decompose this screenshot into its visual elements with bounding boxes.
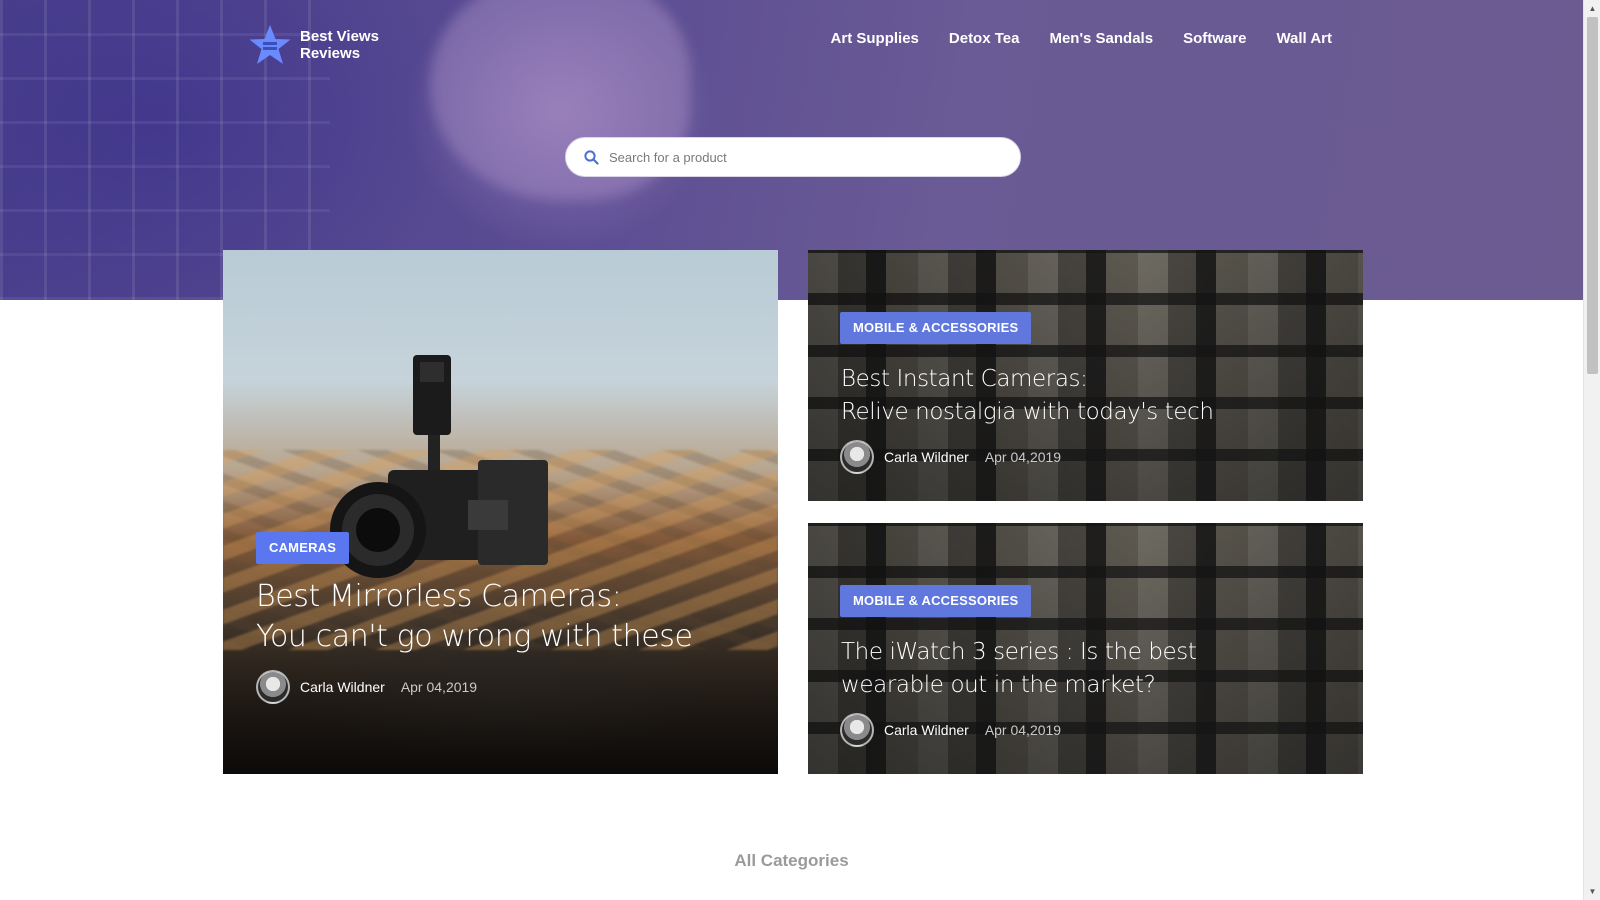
card-title[interactable]: The iWatch 3 series : Is the best wearab… (841, 636, 1197, 702)
category-badge[interactable]: MOBILE & ACCESSORIES (840, 585, 1032, 617)
avatar (840, 713, 874, 747)
star-logo-icon (249, 25, 291, 64)
card-title-line2: Relive nostalgia with today's tech (841, 399, 1214, 425)
nav-item-art-supplies[interactable]: Art Supplies (831, 30, 919, 47)
post-date: Apr 04,2019 (984, 449, 1062, 465)
category-badge[interactable]: CAMERAS (256, 532, 350, 564)
nav-item-software[interactable]: Software (1183, 30, 1246, 47)
avatar (256, 670, 290, 704)
nav-item-mens-sandals[interactable]: Men's Sandals (1049, 30, 1153, 47)
scroll-up-icon[interactable]: ▲ (1584, 0, 1600, 17)
category-badge[interactable]: MOBILE & ACCESSORIES (840, 312, 1032, 344)
site-name: Best Views Reviews (300, 28, 379, 62)
search-bar (565, 137, 1021, 177)
site-name-line1: Best Views (300, 28, 379, 45)
all-categories-heading: All Categories (734, 851, 849, 870)
site-name-line2: Reviews (300, 45, 361, 62)
post-date: Apr 04,2019 (984, 722, 1062, 738)
card-title[interactable]: Best Mirrorless Cameras: You can't go wr… (256, 577, 693, 657)
post-meta: Carla Wildner Apr 04,2019 (256, 670, 477, 704)
post-meta: Carla Wildner Apr 04,2019 (840, 713, 1061, 747)
main-nav: Art Supplies Detox Tea Men's Sandals Sof… (831, 30, 1332, 47)
search-icon[interactable] (584, 149, 599, 165)
avatar (840, 440, 874, 474)
card-title-line1: The iWatch 3 series : Is the best (841, 639, 1197, 665)
author-name[interactable]: Carla Wildner (884, 722, 969, 738)
featured-card-side[interactable]: MOBILE & ACCESSORIES Best Instant Camera… (808, 250, 1363, 501)
scroll-down-icon[interactable]: ▼ (1584, 883, 1600, 900)
site-logo[interactable]: Best Views Reviews (248, 24, 379, 66)
featured-card-side[interactable]: MOBILE & ACCESSORIES The iWatch 3 series… (808, 523, 1363, 774)
card-title-line1: Best Mirrorless Cameras: (256, 579, 622, 614)
author-name[interactable]: Carla Wildner (300, 679, 385, 695)
card-title-line2: wearable out in the market? (841, 672, 1156, 698)
camera-image (330, 355, 548, 578)
nav-item-wall-art[interactable]: Wall Art (1276, 30, 1332, 47)
post-date: Apr 04,2019 (400, 679, 478, 695)
scrollbar-thumb[interactable] (1587, 17, 1598, 374)
search-input[interactable] (609, 149, 989, 165)
nav-item-detox-tea[interactable]: Detox Tea (949, 30, 1020, 47)
page-scrollbar[interactable]: ▲ ▼ (1583, 0, 1600, 900)
card-title[interactable]: Best Instant Cameras: Relive nostalgia w… (841, 363, 1214, 429)
author-name[interactable]: Carla Wildner (884, 449, 969, 465)
featured-card-main[interactable]: CAMERAS Best Mirrorless Cameras: You can… (223, 250, 778, 774)
card-title-line2: You can't go wrong with these (256, 619, 693, 654)
card-title-line1: Best Instant Cameras: (841, 366, 1088, 392)
post-meta: Carla Wildner Apr 04,2019 (840, 440, 1061, 474)
